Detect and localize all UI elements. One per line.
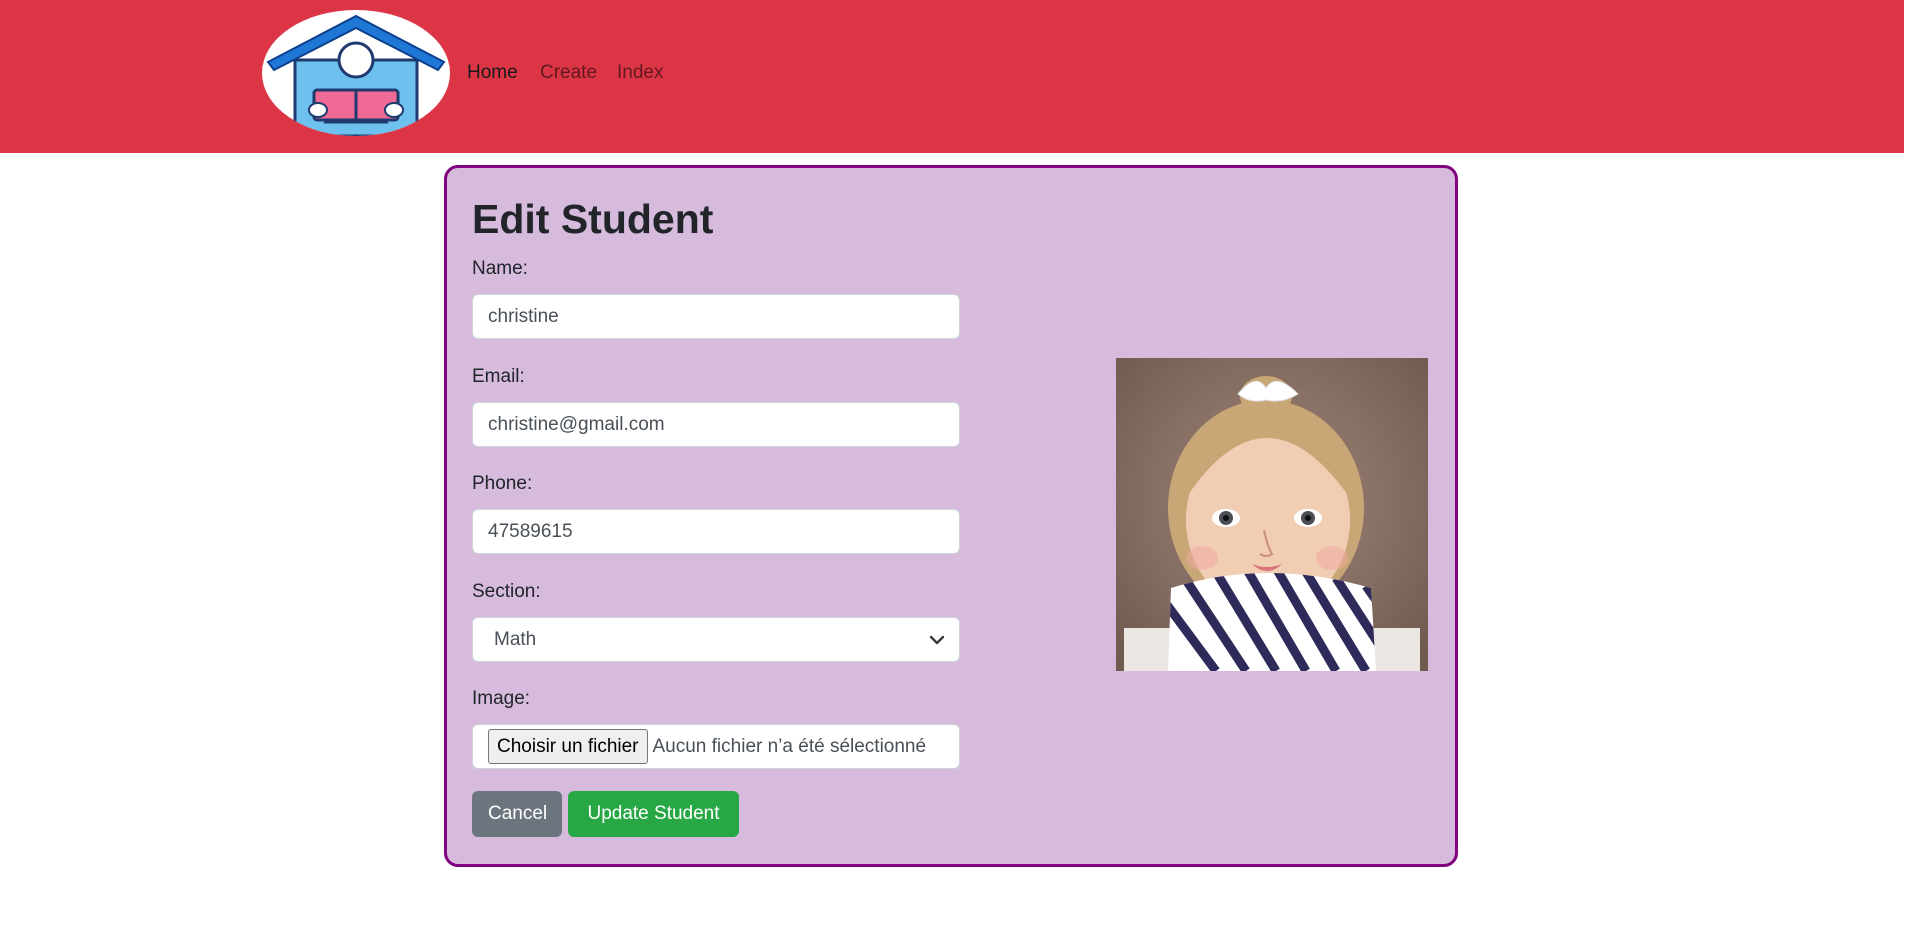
edit-student-card: Edit Student Name: Email: Phone: Section…	[444, 165, 1458, 867]
section-select-value: Math	[494, 628, 537, 650]
name-label: Name:	[472, 258, 528, 279]
page-title: Edit Student	[472, 196, 714, 242]
email-field[interactable]	[472, 402, 960, 447]
nav-link-create[interactable]: Create	[540, 62, 597, 84]
student-photo	[1116, 358, 1428, 671]
navbar: Home Create Index	[0, 0, 1904, 153]
school-reader-logo-icon[interactable]	[262, 10, 450, 136]
section-label: Section:	[472, 581, 541, 602]
cancel-button[interactable]: Cancel	[472, 791, 562, 837]
phone-field[interactable]	[472, 509, 960, 554]
nav-link-home[interactable]: Home	[467, 62, 518, 84]
chevron-down-icon	[929, 635, 945, 645]
image-label: Image:	[472, 688, 531, 709]
image-file-input[interactable]: Choisir un fichier Aucun fichier n’a été…	[472, 724, 960, 769]
email-label: Email:	[472, 366, 525, 387]
phone-label: Phone:	[472, 473, 533, 494]
update-student-button[interactable]: Update Student	[568, 791, 739, 837]
section-select[interactable]: Math	[472, 617, 960, 662]
nav-link-index[interactable]: Index	[617, 62, 663, 84]
choose-file-button[interactable]: Choisir un fichier	[488, 729, 648, 764]
file-status-text: Aucun fichier n’a été sélectionné	[652, 735, 927, 757]
name-field[interactable]	[472, 294, 960, 339]
